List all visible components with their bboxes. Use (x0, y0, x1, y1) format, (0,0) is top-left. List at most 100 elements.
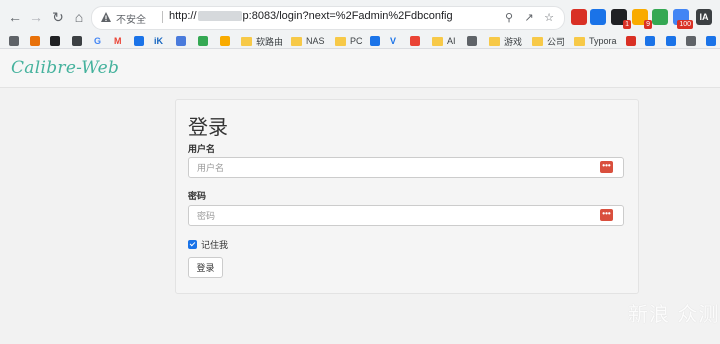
url-prefix: http:// (169, 10, 197, 22)
bookmark-favicon-icon (176, 36, 186, 46)
home-icon[interactable]: ⌂ (70, 8, 88, 26)
remember-checkbox[interactable] (188, 240, 197, 249)
ext-1-icon[interactable] (571, 9, 587, 25)
bookmark-item[interactable] (370, 35, 383, 47)
bookmark-item[interactable] (72, 35, 85, 47)
password-manager-icon[interactable]: ••• (600, 161, 613, 173)
bookmark-label: 公司 (547, 36, 566, 47)
login-title: 登录 (188, 117, 228, 139)
address-bar[interactable]: 不安全 http:// p:8083/login?next=%2Fadmin%2F… (91, 6, 565, 30)
password-label: 密码 (188, 191, 207, 201)
folder-icon (241, 36, 252, 46)
folder-icon (335, 36, 346, 46)
bookmark-item[interactable] (176, 35, 189, 47)
bookmark-label: 软路由 (256, 36, 284, 47)
omnibox-divider (162, 11, 163, 23)
bookmark-folder[interactable]: Typora (574, 35, 617, 47)
bookmark-item[interactable]: G (94, 35, 104, 47)
bookmark-label: PC (350, 36, 363, 46)
bookmark-folder[interactable]: 软路由 (241, 35, 283, 47)
app-navbar: Calibre-Web (0, 49, 720, 88)
browser-toolbar: ← → ↻ ⌂ 不安全 http:// p:8083/login?next=%2F… (0, 0, 720, 34)
key-icon[interactable]: ⚲ (502, 10, 516, 24)
bookmark-label: Typora (589, 36, 617, 46)
username-label: 用户名 (188, 144, 216, 154)
folder-icon (574, 36, 585, 46)
bookmark-favicon-icon (198, 36, 208, 46)
username-input[interactable] (188, 157, 624, 178)
reload-icon[interactable]: ↻ (49, 8, 67, 26)
bookmark-item[interactable] (410, 35, 423, 47)
ext-6-icon[interactable]: 100 (673, 9, 693, 29)
bookmark-favicon-icon (370, 36, 380, 46)
bookmark-item[interactable] (645, 35, 658, 47)
bookmark-favicon-icon: iK (154, 36, 163, 46)
bookmark-item[interactable] (666, 35, 679, 47)
bookmark-favicon-icon (467, 36, 477, 46)
bookmark-favicon-icon (134, 36, 144, 46)
forward-arrow-icon[interactable]: → (27, 8, 45, 26)
bookmark-favicon-icon (9, 36, 19, 46)
bookmarks-bar: G MiK 软路由 NAS PC V AI 游戏 公司 Typora (0, 34, 720, 49)
bookmark-favicon-icon (410, 36, 420, 46)
folder-icon (489, 36, 500, 46)
ext-5-icon[interactable] (652, 9, 668, 25)
bookmark-folder[interactable]: NAS (291, 35, 325, 47)
bookmark-item[interactable]: M (114, 35, 125, 47)
bookmark-item[interactable]: iK (154, 35, 166, 47)
ext-4-icon[interactable]: 9 (632, 9, 652, 29)
bookmark-folder[interactable]: AI (432, 35, 456, 47)
bookmark-item[interactable] (9, 35, 22, 47)
back-arrow-icon[interactable]: ← (6, 8, 24, 26)
bookmark-folder[interactable]: PC (335, 35, 363, 47)
extension-badge: 9 (644, 20, 652, 29)
bookmark-folder[interactable]: 游戏 (489, 35, 522, 47)
login-button[interactable]: 登录 (188, 257, 223, 278)
bookmark-favicon-icon: V (390, 36, 397, 46)
password-input[interactable] (188, 205, 624, 226)
redacted-host (197, 11, 242, 22)
bookmark-favicon-icon (706, 36, 716, 46)
bookmark-folder[interactable]: 公司 (532, 35, 565, 47)
bookmark-favicon-icon (686, 36, 696, 46)
share-icon[interactable]: ↗ (522, 10, 536, 24)
remember-me[interactable]: 记住我 (188, 238, 228, 251)
folder-icon (532, 36, 543, 46)
bookmark-item[interactable] (626, 35, 639, 47)
url-path: p:8083/login?next=%2Fadmin%2Fdbconfig (242, 10, 453, 22)
bookmark-favicon-icon (666, 36, 676, 46)
bookmark-label: NAS (306, 36, 325, 46)
ext-2-icon[interactable] (590, 9, 606, 25)
bookmark-item[interactable]: V (390, 35, 399, 47)
bookmark-label: 游戏 (504, 36, 523, 47)
url-text[interactable]: http:// p:8083/login?next=%2Fadmin%2Fdbco… (169, 10, 453, 22)
bookmark-favicon-icon (645, 36, 655, 46)
bookmark-item[interactable] (134, 35, 147, 47)
bookmark-item[interactable] (220, 35, 233, 47)
bookmark-favicon-icon (72, 36, 82, 46)
folder-icon (291, 36, 302, 46)
bookmark-favicon-icon (626, 36, 636, 46)
star-bookmark-icon[interactable]: ☆ (542, 10, 556, 24)
folder-icon (432, 36, 443, 46)
ext-3-icon[interactable]: 1 (611, 9, 631, 29)
extension-badge: 1 (623, 20, 631, 29)
extension-badge: 100 (677, 20, 693, 29)
bookmark-item[interactable] (706, 35, 719, 47)
security-status-text[interactable]: 不安全 (116, 11, 146, 26)
remember-label[interactable]: 记住我 (201, 238, 228, 251)
bookmark-favicon-icon (30, 36, 40, 46)
login-panel (175, 99, 639, 294)
bookmark-item[interactable] (467, 35, 480, 47)
bookmark-favicon-icon: G (94, 36, 102, 46)
bookmark-label: AI (447, 36, 456, 46)
brand-logo[interactable]: Calibre-Web (11, 58, 119, 78)
bookmark-favicon-icon (220, 36, 230, 46)
warning-icon (101, 12, 111, 22)
ia-extension-icon[interactable]: IA (696, 9, 712, 25)
bookmark-item[interactable] (30, 35, 43, 47)
bookmark-item[interactable] (686, 35, 699, 47)
bookmark-item[interactable] (50, 35, 63, 47)
bookmark-item[interactable] (198, 35, 211, 47)
password-manager-icon[interactable]: ••• (600, 209, 613, 221)
